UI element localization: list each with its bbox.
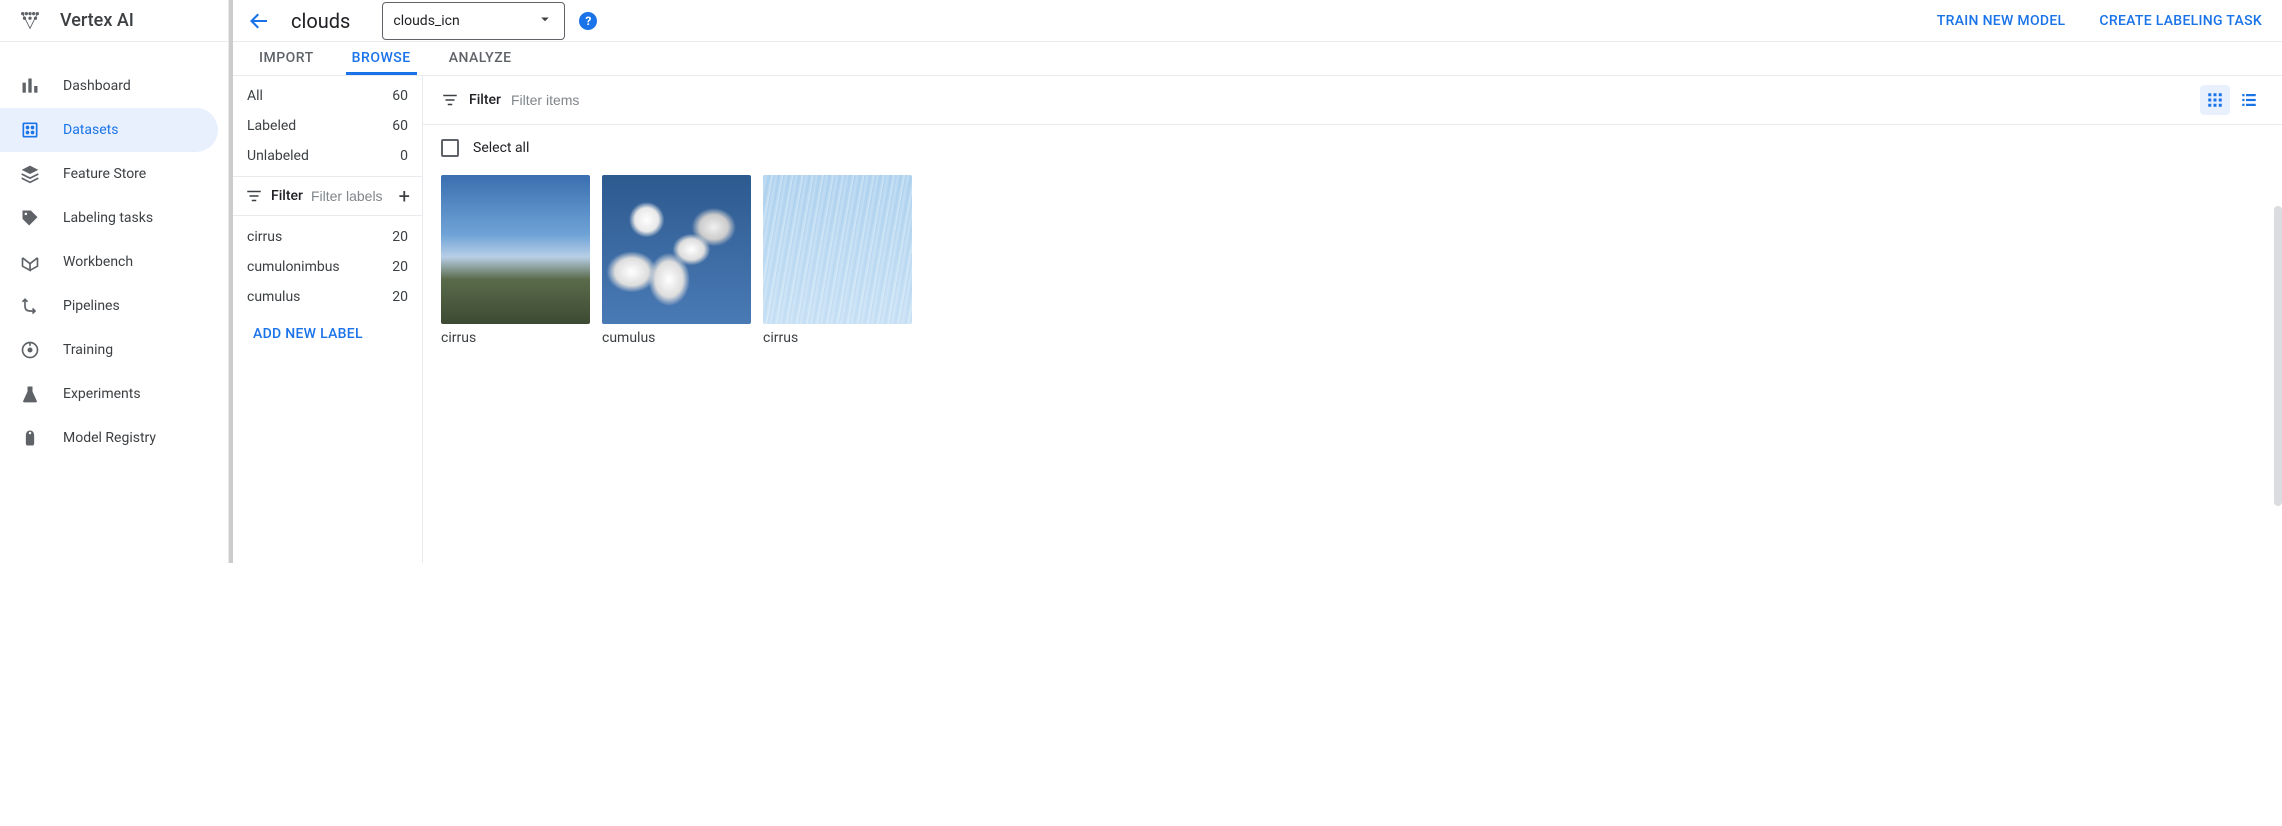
label-stat-name: All bbox=[247, 88, 263, 104]
label-stat-count: 60 bbox=[392, 118, 408, 134]
model-select-value: clouds_icn bbox=[393, 13, 459, 29]
nav-label: Pipelines bbox=[63, 298, 120, 314]
label-sidebar: All 60 Labeled 60 Unlabeled 0 Filter bbox=[233, 76, 423, 563]
training-icon bbox=[18, 338, 42, 362]
select-all-row: Select all bbox=[423, 125, 2282, 171]
gallery-item[interactable]: cumulus bbox=[602, 175, 751, 346]
label-count: 20 bbox=[392, 229, 408, 245]
label-stat-labeled[interactable]: Labeled 60 bbox=[233, 111, 422, 141]
brand-title: Vertex AI bbox=[60, 10, 134, 31]
label-row-cirrus[interactable]: cirrus 20 bbox=[233, 222, 422, 252]
chevron-down-icon bbox=[536, 10, 554, 32]
label-filter-label: Filter bbox=[271, 188, 303, 204]
tab-analyze[interactable]: ANALYZE bbox=[443, 42, 518, 75]
thumbnail-image bbox=[441, 175, 590, 324]
nav-datasets[interactable]: Datasets bbox=[0, 108, 218, 152]
label-row-cumulus[interactable]: cumulus 20 bbox=[233, 282, 422, 312]
nav-label: Labeling tasks bbox=[63, 210, 153, 226]
nav-label: Model Registry bbox=[63, 430, 156, 446]
nav-label: Feature Store bbox=[63, 166, 146, 182]
label-stat-name: Labeled bbox=[247, 118, 296, 134]
nav-label: Training bbox=[63, 342, 113, 358]
tab-browse[interactable]: BROWSE bbox=[346, 42, 417, 75]
brand-header: Vertex AI bbox=[0, 0, 228, 42]
feature-store-icon bbox=[18, 162, 42, 186]
label-stat-unlabeled[interactable]: Unlabeled 0 bbox=[233, 141, 422, 176]
label-count: 20 bbox=[392, 289, 408, 305]
select-all-label: Select all bbox=[473, 140, 529, 156]
list-view-button[interactable] bbox=[2234, 85, 2264, 115]
pipelines-icon bbox=[18, 294, 42, 318]
gallery-filter-input[interactable] bbox=[511, 92, 2190, 108]
nav-label: Datasets bbox=[63, 122, 118, 138]
gallery-area: Filter Select all bbox=[423, 76, 2282, 563]
dataset-topbar: clouds clouds_icn ? TRAIN NEW MODEL CREA… bbox=[233, 0, 2282, 42]
grid-view-button[interactable] bbox=[2200, 85, 2230, 115]
nav-workbench[interactable]: Workbench bbox=[0, 240, 218, 284]
workbench-icon bbox=[18, 250, 42, 274]
gallery-toolbar: Filter bbox=[423, 76, 2282, 125]
add-label-icon[interactable]: + bbox=[399, 184, 410, 208]
nav-experiments[interactable]: Experiments bbox=[0, 372, 218, 416]
nav-pipelines[interactable]: Pipelines bbox=[0, 284, 218, 328]
gallery-item[interactable]: cirrus bbox=[763, 175, 912, 346]
nav-items: Dashboard Datasets Feature Store Labelin… bbox=[0, 42, 228, 460]
nav-dashboard[interactable]: Dashboard bbox=[0, 64, 218, 108]
nav-labeling-tasks[interactable]: Labeling tasks bbox=[0, 196, 218, 240]
left-navigation: Vertex AI Dashboard Datasets Feature Sto… bbox=[0, 0, 229, 563]
nav-feature-store[interactable]: Feature Store bbox=[0, 152, 218, 196]
back-arrow-icon[interactable] bbox=[245, 7, 273, 35]
add-new-label-button[interactable]: ADD NEW LABEL bbox=[233, 312, 422, 356]
tag-icon bbox=[18, 206, 42, 230]
gallery-item[interactable]: cirrus bbox=[441, 175, 590, 346]
main-panel: clouds clouds_icn ? TRAIN NEW MODEL CREA… bbox=[229, 0, 2282, 563]
label-row-cumulonimbus[interactable]: cumulonimbus 20 bbox=[233, 252, 422, 282]
label-stat-count: 0 bbox=[400, 148, 408, 164]
train-new-model-button[interactable]: TRAIN NEW MODEL bbox=[1927, 7, 2076, 35]
label-stat-count: 60 bbox=[392, 88, 408, 104]
label-count: 20 bbox=[392, 259, 408, 275]
thumbnail-label: cumulus bbox=[602, 330, 751, 346]
vertex-ai-logo-icon bbox=[18, 9, 42, 33]
dataset-title: clouds bbox=[291, 9, 350, 33]
datasets-icon bbox=[18, 118, 42, 142]
dashboard-icon bbox=[18, 74, 42, 98]
view-toggle bbox=[2200, 85, 2264, 115]
thumbnail-label: cirrus bbox=[763, 330, 912, 346]
label-filter-row: Filter + bbox=[233, 176, 422, 216]
tab-import[interactable]: IMPORT bbox=[253, 42, 320, 75]
experiments-icon bbox=[18, 382, 42, 406]
select-all-checkbox[interactable] bbox=[441, 139, 459, 157]
filter-icon bbox=[441, 91, 459, 109]
filter-icon bbox=[245, 187, 263, 205]
thumbnail-image bbox=[602, 175, 751, 324]
nav-training[interactable]: Training bbox=[0, 328, 218, 372]
scrollbar[interactable] bbox=[2274, 206, 2282, 506]
nav-label: Workbench bbox=[63, 254, 133, 270]
label-name: cumulus bbox=[247, 289, 300, 305]
help-icon[interactable]: ? bbox=[579, 12, 597, 30]
label-list: cirrus 20 cumulonimbus 20 cumulus 20 bbox=[233, 216, 422, 312]
label-name: cumulonimbus bbox=[247, 259, 340, 275]
nav-model-registry[interactable]: Model Registry bbox=[0, 416, 218, 460]
model-select-dropdown[interactable]: clouds_icn bbox=[382, 2, 565, 40]
nav-label: Dashboard bbox=[63, 78, 131, 94]
gallery-filter-label: Filter bbox=[469, 92, 501, 108]
image-gallery: cirrus cumulus cirrus bbox=[423, 171, 2282, 364]
dataset-tabs: IMPORT BROWSE ANALYZE bbox=[233, 42, 2282, 76]
label-stat-all[interactable]: All 60 bbox=[233, 76, 422, 111]
thumbnail-label: cirrus bbox=[441, 330, 590, 346]
label-filter-input[interactable] bbox=[311, 188, 391, 204]
thumbnail-image bbox=[763, 175, 912, 324]
model-registry-icon bbox=[18, 426, 42, 450]
label-stat-name: Unlabeled bbox=[247, 148, 309, 164]
label-name: cirrus bbox=[247, 229, 282, 245]
create-labeling-task-button[interactable]: CREATE LABELING TASK bbox=[2089, 7, 2272, 35]
nav-label: Experiments bbox=[63, 386, 141, 402]
